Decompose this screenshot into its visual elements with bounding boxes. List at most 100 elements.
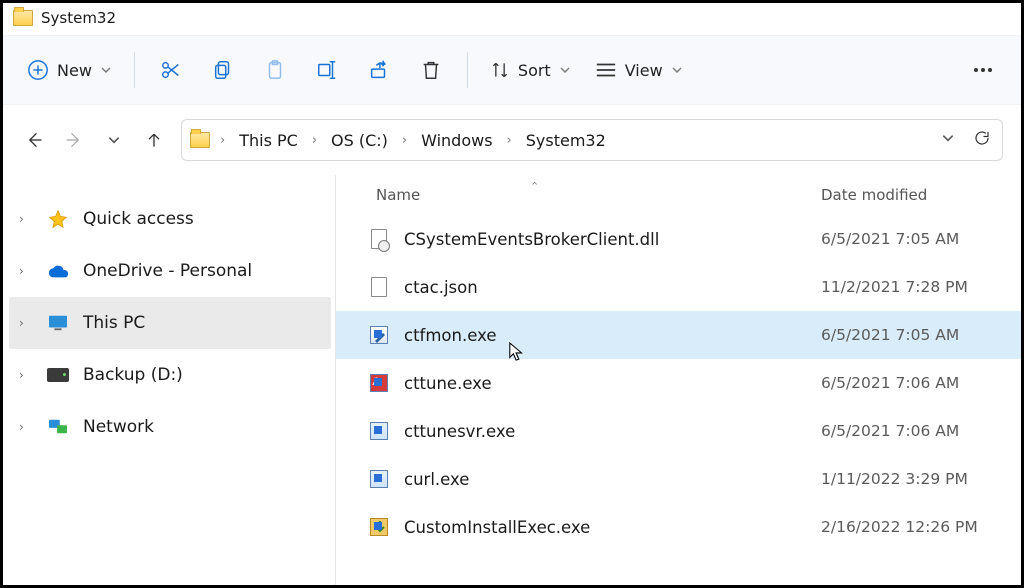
exe-file-icon <box>368 420 390 442</box>
view-button[interactable]: View <box>585 48 693 92</box>
recent-button[interactable] <box>101 127 127 153</box>
drive-icon <box>47 365 69 385</box>
file-row[interactable]: A cttune.exe 6/5/2021 7:06 AM <box>336 359 1021 407</box>
rename-button[interactable] <box>303 48 351 92</box>
new-button[interactable]: New <box>17 48 122 92</box>
sidebar-item-this-pc[interactable]: › This PC <box>9 297 331 349</box>
network-icon <box>47 417 69 437</box>
sidebar: › Quick access › OneDrive - Personal › T… <box>3 175 335 585</box>
chevron-right-icon[interactable]: › <box>19 212 33 226</box>
sidebar-item-label: Quick access <box>83 209 194 229</box>
exe-file-icon <box>368 516 390 538</box>
column-header-date[interactable]: Date modified <box>821 186 1021 204</box>
up-button[interactable] <box>141 127 167 153</box>
star-icon <box>47 209 69 229</box>
chevron-right-icon[interactable]: › <box>19 368 33 382</box>
column-header-row: ⌃ Name Date modified <box>336 175 1021 215</box>
sort-icon <box>490 60 510 80</box>
file-list-area: ⌃ Name Date modified CSystemEventsBroker… <box>335 175 1021 585</box>
history-dropdown[interactable] <box>936 131 960 149</box>
file-name: ctfmon.exe <box>404 326 821 345</box>
back-button[interactable] <box>21 127 47 153</box>
sort-button[interactable]: Sort <box>480 48 581 92</box>
file-date: 11/2/2021 7:28 PM <box>821 278 1021 296</box>
breadcrumb-segment[interactable]: This PC <box>235 129 302 152</box>
titlebar: System32 <box>3 3 1021 35</box>
column-header-name[interactable]: ⌃ Name <box>336 186 821 204</box>
window-title: System32 <box>41 9 116 27</box>
dll-file-icon <box>368 228 390 250</box>
sort-ascending-icon: ⌃ <box>530 180 539 193</box>
sidebar-item-label: Backup (D:) <box>83 365 183 385</box>
breadcrumb-segment[interactable]: OS (C:) <box>327 129 392 152</box>
divider <box>134 52 135 88</box>
chevron-right-icon[interactable]: › <box>19 316 33 330</box>
cloud-icon <box>47 261 69 281</box>
file-row[interactable]: ctac.json 11/2/2021 7:28 PM <box>336 263 1021 311</box>
sidebar-item-backup-drive[interactable]: › Backup (D:) <box>9 349 331 401</box>
view-icon <box>595 60 617 80</box>
delete-button[interactable] <box>407 48 455 92</box>
scissors-icon <box>160 59 182 81</box>
trash-icon <box>420 59 442 81</box>
plus-circle-icon <box>27 59 49 81</box>
file-date: 2/16/2022 12:26 PM <box>821 518 1021 536</box>
json-file-icon <box>368 276 390 298</box>
file-name: cttunesvr.exe <box>404 422 821 441</box>
file-date: 6/5/2021 7:05 AM <box>821 326 1021 344</box>
toolbar: New Sort View <box>3 35 1021 105</box>
copy-icon <box>212 59 234 81</box>
refresh-button[interactable] <box>970 129 994 151</box>
breadcrumb-segment[interactable]: System32 <box>522 129 610 152</box>
file-date: 1/11/2022 3:29 PM <box>821 470 1021 488</box>
sidebar-item-label: This PC <box>83 313 145 333</box>
chevron-right-icon[interactable]: › <box>220 133 225 148</box>
clipboard-icon <box>264 59 286 81</box>
folder-icon <box>13 10 33 26</box>
exe-file-icon <box>368 324 390 346</box>
file-date: 6/5/2021 7:05 AM <box>821 230 1021 248</box>
more-button[interactable] <box>959 48 1007 92</box>
sidebar-item-label: OneDrive - Personal <box>83 261 252 281</box>
sidebar-item-onedrive[interactable]: › OneDrive - Personal <box>9 245 331 297</box>
chevron-right-icon[interactable]: › <box>507 133 512 148</box>
file-row[interactable]: CustomInstallExec.exe 2/16/2022 12:26 PM <box>336 503 1021 551</box>
exe-file-icon <box>368 468 390 490</box>
chevron-right-icon[interactable]: › <box>312 133 317 148</box>
file-name: CustomInstallExec.exe <box>404 518 821 537</box>
cut-button[interactable] <box>147 48 195 92</box>
file-row[interactable]: CSystemEventsBrokerClient.dll 6/5/2021 7… <box>336 215 1021 263</box>
divider <box>467 52 468 88</box>
file-date: 6/5/2021 7:06 AM <box>821 422 1021 440</box>
file-row[interactable]: cttunesvr.exe 6/5/2021 7:06 AM <box>336 407 1021 455</box>
chevron-right-icon[interactable]: › <box>19 420 33 434</box>
exe-file-icon: A <box>368 372 390 394</box>
file-name: ctac.json <box>404 278 821 297</box>
address-bar[interactable]: › This PC › OS (C:) › Windows › System32 <box>181 119 1003 161</box>
sidebar-item-quick-access[interactable]: › Quick access <box>9 193 331 245</box>
sidebar-item-network[interactable]: › Network <box>9 401 331 453</box>
breadcrumb-segment[interactable]: Windows <box>417 129 496 152</box>
share-button[interactable] <box>355 48 403 92</box>
file-row[interactable]: curl.exe 1/11/2022 3:29 PM <box>336 455 1021 503</box>
file-name: CSystemEventsBrokerClient.dll <box>404 230 821 249</box>
chevron-down-icon <box>671 64 683 76</box>
sidebar-item-label: Network <box>83 417 154 437</box>
chevron-down-icon <box>100 64 112 76</box>
ellipsis-icon <box>971 58 995 82</box>
file-name: curl.exe <box>404 470 821 489</box>
folder-icon <box>190 132 210 148</box>
monitor-icon <box>47 313 69 333</box>
file-row[interactable]: ctfmon.exe 6/5/2021 7:05 AM <box>336 311 1021 359</box>
share-icon <box>368 59 390 81</box>
rename-icon <box>316 59 338 81</box>
navrow: › This PC › OS (C:) › Windows › System32 <box>3 105 1021 175</box>
forward-button[interactable] <box>61 127 87 153</box>
file-date: 6/5/2021 7:06 AM <box>821 374 1021 392</box>
paste-button[interactable] <box>251 48 299 92</box>
copy-button[interactable] <box>199 48 247 92</box>
chevron-right-icon[interactable]: › <box>19 264 33 278</box>
chevron-right-icon[interactable]: › <box>402 133 407 148</box>
file-name: cttune.exe <box>404 374 821 393</box>
chevron-down-icon <box>559 64 571 76</box>
